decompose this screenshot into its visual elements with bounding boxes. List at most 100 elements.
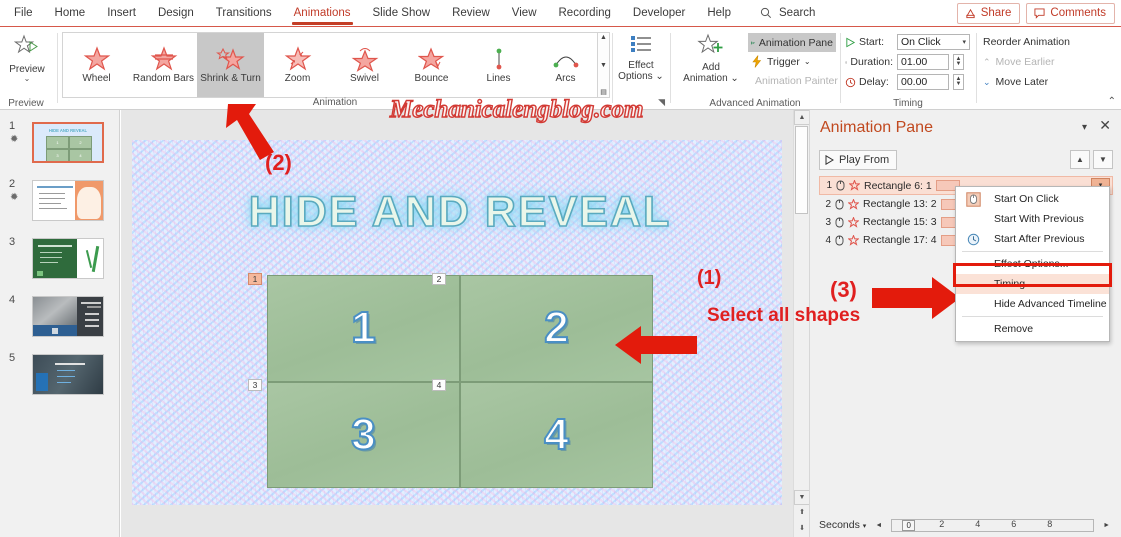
slide-canvas[interactable]: HIDE AND REVEAL 1 2 3 4 1 2 3 4: [132, 140, 782, 505]
shape-rectangle-1[interactable]: 1: [267, 275, 460, 382]
trigger-label: Trigger: [767, 55, 800, 68]
animation-badge-1[interactable]: 1: [248, 273, 262, 285]
menu-item-view[interactable]: View: [501, 0, 548, 27]
chevron-down-icon[interactable]: ▾: [962, 35, 966, 50]
animation-bounce[interactable]: Bounce: [398, 33, 465, 97]
timeline-ruler[interactable]: 0 2 4 6 8: [891, 518, 1095, 532]
menu-item-slide-show[interactable]: Slide Show: [362, 0, 442, 27]
ribbon-group-timing: Start: On Click ▾ Duration: 01.00 ▲ ▼ De…: [842, 27, 974, 110]
move-later-button[interactable]: ⌄ Move Later: [983, 72, 1070, 92]
chevron-down-icon[interactable]: ⌄: [4, 75, 50, 83]
play-icon: [825, 155, 834, 165]
slide-thumbnail-5[interactable]: 5: [9, 352, 104, 395]
gallery-scroll-down-icon[interactable]: ▼: [600, 62, 607, 69]
animation-gallery[interactable]: Wheel Random Bars Shrink & Turn Zoom Swi…: [62, 32, 608, 98]
menu-item-review[interactable]: Review: [441, 0, 501, 27]
play-from-button[interactable]: Play From: [819, 150, 898, 170]
collapse-ribbon-icon[interactable]: ⌃: [1108, 96, 1116, 107]
slide-thumbnail-4[interactable]: 4: [9, 294, 104, 337]
move-down-icon[interactable]: ▼: [1093, 150, 1113, 169]
delay-stepper[interactable]: ▲ ▼: [953, 74, 964, 90]
animation-swivel[interactable]: Swivel: [331, 33, 398, 97]
menu-item-insert[interactable]: Insert: [96, 0, 147, 27]
pane-options-chevron-icon[interactable]: ▾: [1082, 122, 1087, 133]
slide-thumbnail-image: [32, 180, 104, 221]
scroll-down-icon[interactable]: ▼: [794, 490, 810, 505]
animation-wheel-label: Wheel: [82, 73, 111, 84]
close-icon[interactable]: ✕: [1099, 117, 1111, 134]
seconds-label[interactable]: Seconds ▾: [819, 519, 866, 531]
animation-badge-2[interactable]: 2: [432, 273, 446, 285]
animation-wheel[interactable]: Wheel: [63, 33, 130, 97]
slide-thumbnail-1[interactable]: 1 ✹ HIDE AND REVEAL 1 2 3 4: [9, 120, 104, 163]
menu-item-help[interactable]: Help: [696, 0, 742, 27]
timeline-scroll-right-icon[interactable]: ►: [1100, 522, 1113, 529]
gallery-scrollbar[interactable]: ▲ ▼ ▤: [597, 32, 610, 98]
timeline-scroll-left-icon[interactable]: ◄: [872, 522, 885, 529]
move-up-icon[interactable]: ▲: [1070, 150, 1090, 169]
item-index: 3: [825, 216, 831, 228]
scroll-up-icon[interactable]: ▲: [794, 110, 810, 125]
animation-dialog-launcher-icon[interactable]: ◥: [658, 97, 665, 108]
slide-title[interactable]: HIDE AND REVEAL: [180, 187, 740, 237]
animation-badge-4[interactable]: 4: [432, 379, 446, 391]
animation-lines[interactable]: Lines: [465, 33, 532, 97]
context-menu-item-start-on-click[interactable]: Start On Click: [956, 189, 1109, 209]
chevron-down-icon[interactable]: ▾: [863, 523, 867, 530]
effect-options-list-icon: [631, 36, 651, 52]
trigger-lightning-icon: [752, 55, 762, 68]
menu-item-home[interactable]: Home: [44, 0, 97, 27]
menu-item-recording[interactable]: Recording: [548, 0, 622, 27]
slide-thumbnail-3[interactable]: 3: [9, 236, 104, 279]
chevron-down-icon[interactable]: ⌄: [804, 57, 811, 66]
previous-slide-icon[interactable]: ⬆: [794, 506, 810, 521]
mouse-click-icon: [835, 199, 844, 209]
chevron-down-icon[interactable]: ⌄: [730, 73, 738, 84]
slide-thumbnail-image: [32, 354, 104, 395]
next-slide-icon[interactable]: ⬇: [794, 522, 810, 537]
shape-rectangle-3[interactable]: 3: [267, 381, 460, 488]
context-menu-item-hide-advanced-timeline[interactable]: Hide Advanced Timeline: [956, 294, 1109, 314]
menu-item-file[interactable]: File: [0, 0, 44, 27]
trigger-button[interactable]: Trigger ⌄: [748, 52, 836, 71]
comments-button[interactable]: Comments: [1026, 3, 1115, 24]
effect-options-button[interactable]: Effect Options ⌄: [616, 33, 666, 82]
context-menu-item-start-with-previous[interactable]: Start With Previous: [956, 209, 1109, 229]
preview-button[interactable]: Preview ⌄: [4, 31, 50, 83]
search-box[interactable]: Search: [760, 7, 815, 19]
delay-input[interactable]: 00.00: [897, 74, 949, 90]
chevron-down-icon[interactable]: ⌄: [655, 71, 663, 82]
add-animation-button[interactable]: Add Animation ⌄: [680, 33, 742, 84]
gallery-expand-icon[interactable]: ▤: [600, 89, 607, 96]
start-select[interactable]: On Click ▾: [897, 34, 970, 50]
menu-item-animations[interactable]: Animations: [283, 0, 362, 27]
menu-item-design[interactable]: Design: [147, 0, 205, 27]
context-menu-item-start-after-previous[interactable]: Start After Previous: [956, 229, 1109, 249]
scroll-thumb[interactable]: [795, 126, 808, 214]
gallery-scroll-up-icon[interactable]: ▲: [600, 34, 607, 41]
start-label-wrap: Start:: [845, 36, 893, 48]
shape-rectangle-4[interactable]: 4: [460, 381, 653, 488]
animation-zoom[interactable]: Zoom: [264, 33, 331, 97]
annotation-step1-text: Select all shapes: [707, 305, 861, 326]
animation-painter-label: Animation Painter: [755, 74, 838, 87]
share-button[interactable]: Share: [956, 3, 1021, 24]
slide-thumbnail-2[interactable]: 2 ✹: [9, 178, 104, 221]
context-menu-item-remove[interactable]: Remove: [956, 319, 1109, 339]
duration-input[interactable]: 01.00: [897, 54, 949, 70]
animation-random-bars[interactable]: Random Bars: [130, 33, 197, 97]
chevron-down-icon: ⌄: [983, 76, 991, 87]
slide-number: 4: [9, 294, 16, 306]
shrink-turn-star-icon: [848, 198, 859, 210]
group-separator: [976, 33, 977, 103]
timeline-tick-4: 4: [975, 518, 981, 529]
timing-highlight-box: [953, 263, 1112, 287]
duration-stepper[interactable]: ▲ ▼: [953, 54, 964, 70]
menu-item-transitions[interactable]: Transitions: [205, 0, 283, 27]
animation-badge-3[interactable]: 3: [248, 379, 262, 391]
menu-item-developer[interactable]: Developer: [622, 0, 696, 27]
timeline-tick-2: 2: [939, 518, 945, 529]
animation-pane-toggle[interactable]: Animation Pane: [748, 33, 836, 52]
animation-shrink-and-turn[interactable]: Shrink & Turn: [197, 33, 264, 97]
animation-arcs[interactable]: Arcs: [532, 33, 599, 97]
